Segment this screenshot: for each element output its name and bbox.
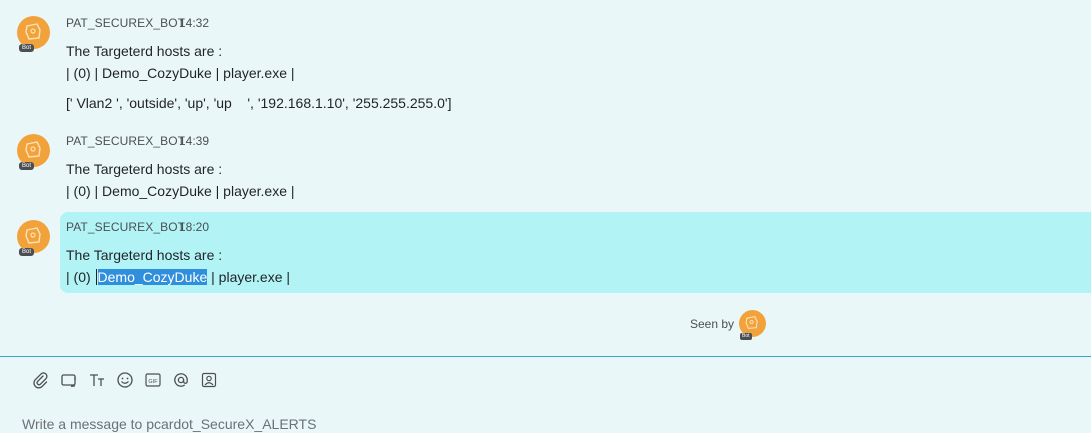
attach-button[interactable] (30, 369, 52, 391)
selected-text[interactable]: Demo_CozyDuke (97, 269, 208, 285)
bot-icon (25, 23, 41, 40)
bot-avatar[interactable]: Bot (17, 134, 50, 170)
composer-toolbar: GIF (30, 369, 226, 391)
bot-badge: Bot (19, 44, 35, 52)
message-composer (22, 416, 622, 432)
message-text: The Targeterd hosts are : (66, 43, 223, 59)
message-time: 14:32 (179, 16, 210, 30)
seen-by-avatar[interactable]: Bot (739, 310, 766, 340)
seen-by-label: Seen by (690, 317, 735, 331)
bot-icon (745, 315, 758, 330)
composer-divider (0, 356, 1091, 357)
message-3-highlighted: Bot PAT_SECUREX_BOT 18:20 The Targeterd … (0, 212, 1091, 293)
screenshot-icon (61, 374, 76, 387)
message-text: | (0) | Demo_CozyDuke | player.exe | (66, 183, 295, 199)
gif-button[interactable]: GIF (142, 369, 164, 391)
contact-icon (201, 372, 217, 388)
message-input[interactable] (22, 416, 622, 432)
emoji-icon (117, 372, 133, 388)
bot-avatar[interactable]: Bot (17, 16, 50, 52)
bot-badge: Bot (19, 248, 35, 256)
message-text: The Targeterd hosts are : (66, 161, 223, 177)
text-format-button[interactable] (86, 369, 108, 391)
sender-name[interactable]: PAT_SECUREX_BOT (66, 220, 185, 234)
message-text: [' Vlan2 ', 'outside', 'up', 'up ', '192… (66, 95, 452, 111)
bot-avatar[interactable]: Bot (17, 220, 50, 256)
mention-button[interactable] (170, 369, 192, 391)
bot-badge: Bot (19, 162, 35, 170)
message-text: | (0) | Demo_CozyDuke | player.exe | (66, 65, 295, 81)
text-suffix: | player.exe | (207, 269, 291, 285)
text-format-icon (90, 374, 104, 386)
bot-badge: Bot (740, 333, 752, 340)
sender-name[interactable]: PAT_SECUREX_BOT (66, 16, 185, 30)
bot-icon (25, 227, 41, 244)
gif-icon: GIF (145, 373, 161, 387)
mention-icon (174, 373, 188, 387)
sender-name[interactable]: PAT_SECUREX_BOT (66, 134, 185, 148)
message-text-selection-line[interactable]: | (0) Demo_CozyDuke | player.exe | (66, 269, 290, 285)
message-time: 18:20 (179, 220, 210, 234)
message-time: 14:39 (179, 134, 210, 148)
svg-text:GIF: GIF (148, 379, 158, 385)
emoji-button[interactable] (114, 369, 136, 391)
bot-icon (25, 141, 41, 158)
contact-button[interactable] (198, 369, 220, 391)
screenshot-button[interactable] (58, 369, 80, 391)
message-text: The Targeterd hosts are : (66, 247, 223, 263)
text-prefix: | (0) (66, 269, 95, 285)
attach-icon (33, 372, 48, 389)
text-caret (95, 269, 97, 285)
